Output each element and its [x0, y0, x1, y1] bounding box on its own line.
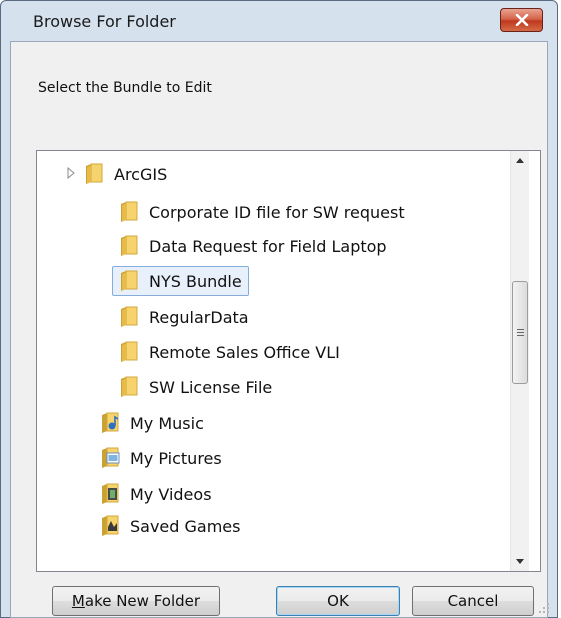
- title-bar[interactable]: Browse For Folder: [1, 1, 557, 41]
- folder-icon: [86, 163, 103, 184]
- tree-item-label: Saved Games: [130, 516, 241, 536]
- folder-icon: [121, 201, 138, 222]
- tree-item-my-videos[interactable]: My Videos: [98, 479, 212, 509]
- tree-item-data-request[interactable]: Data Request for Field Laptop: [117, 231, 387, 261]
- folder-icon: [121, 306, 138, 327]
- folder-icon: [121, 376, 138, 397]
- arrow-up-icon: [516, 158, 524, 163]
- expand-arrow-icon[interactable]: [66, 166, 76, 180]
- make-new-folder-button[interactable]: Make New Folder: [52, 586, 220, 616]
- tree-item-arcgis[interactable]: ArcGIS: [82, 159, 167, 189]
- cancel-button[interactable]: Cancel: [412, 586, 534, 616]
- dialog-title: Browse For Folder: [33, 12, 176, 31]
- tree-item-my-pictures[interactable]: My Pictures: [98, 443, 222, 473]
- tree-item-label: My Videos: [130, 484, 212, 504]
- tree-item-label: ArcGIS: [114, 164, 168, 184]
- tree-item-my-music[interactable]: My Music: [98, 408, 204, 438]
- saved-games-folder-icon: [102, 515, 119, 536]
- folder-icon: [121, 341, 138, 362]
- tree-item-label: NYS Bundle: [149, 271, 242, 291]
- vertical-scrollbar[interactable]: [510, 151, 529, 571]
- make-new-folder-mnemonic: M: [71, 592, 85, 610]
- tree-item-label: Corporate ID file for SW request: [149, 202, 405, 222]
- cancel-button-label: Cancel: [447, 592, 499, 610]
- scroll-thumb[interactable]: [512, 281, 528, 384]
- videos-folder-icon: [102, 483, 119, 504]
- tree-item-label: Remote Sales Office VLI: [149, 342, 340, 362]
- music-folder-icon: [102, 412, 119, 433]
- scroll-down-button[interactable]: [511, 551, 529, 571]
- instruction-text: Select the Bundle to Edit: [38, 80, 212, 96]
- tree-item-label: RegularData: [149, 307, 249, 327]
- ok-button[interactable]: OK: [276, 586, 400, 616]
- arrow-down-icon: [516, 559, 524, 564]
- pictures-folder-icon: [102, 447, 120, 468]
- tree-item-corporate-id-file[interactable]: Corporate ID file for SW request: [117, 197, 405, 227]
- tree-item-regulardata[interactable]: RegularData: [117, 302, 249, 332]
- tree-item-label: Data Request for Field Laptop: [149, 236, 387, 256]
- folder-icon: [121, 270, 138, 291]
- scroll-up-button[interactable]: [511, 151, 529, 171]
- folder-icon: [121, 235, 138, 256]
- resize-grip-icon[interactable]: [538, 602, 550, 614]
- tree-item-sw-license-file[interactable]: SW License File: [117, 372, 272, 402]
- grip-icon: [517, 329, 524, 330]
- tree-item-saved-games[interactable]: Saved Games: [98, 514, 240, 538]
- tree-item-label: SW License File: [149, 377, 273, 397]
- make-new-folder-label: ake New Folder: [84, 592, 201, 610]
- ok-button-label: OK: [327, 592, 349, 610]
- tree-item-remote-sales-office[interactable]: Remote Sales Office VLI: [117, 337, 340, 367]
- tree-item-label: My Music: [130, 413, 204, 433]
- close-icon: [515, 14, 529, 26]
- close-button[interactable]: [500, 8, 543, 32]
- tree-item-nys-bundle[interactable]: NYS Bundle: [112, 266, 249, 296]
- tree-item-label: My Pictures: [130, 448, 222, 468]
